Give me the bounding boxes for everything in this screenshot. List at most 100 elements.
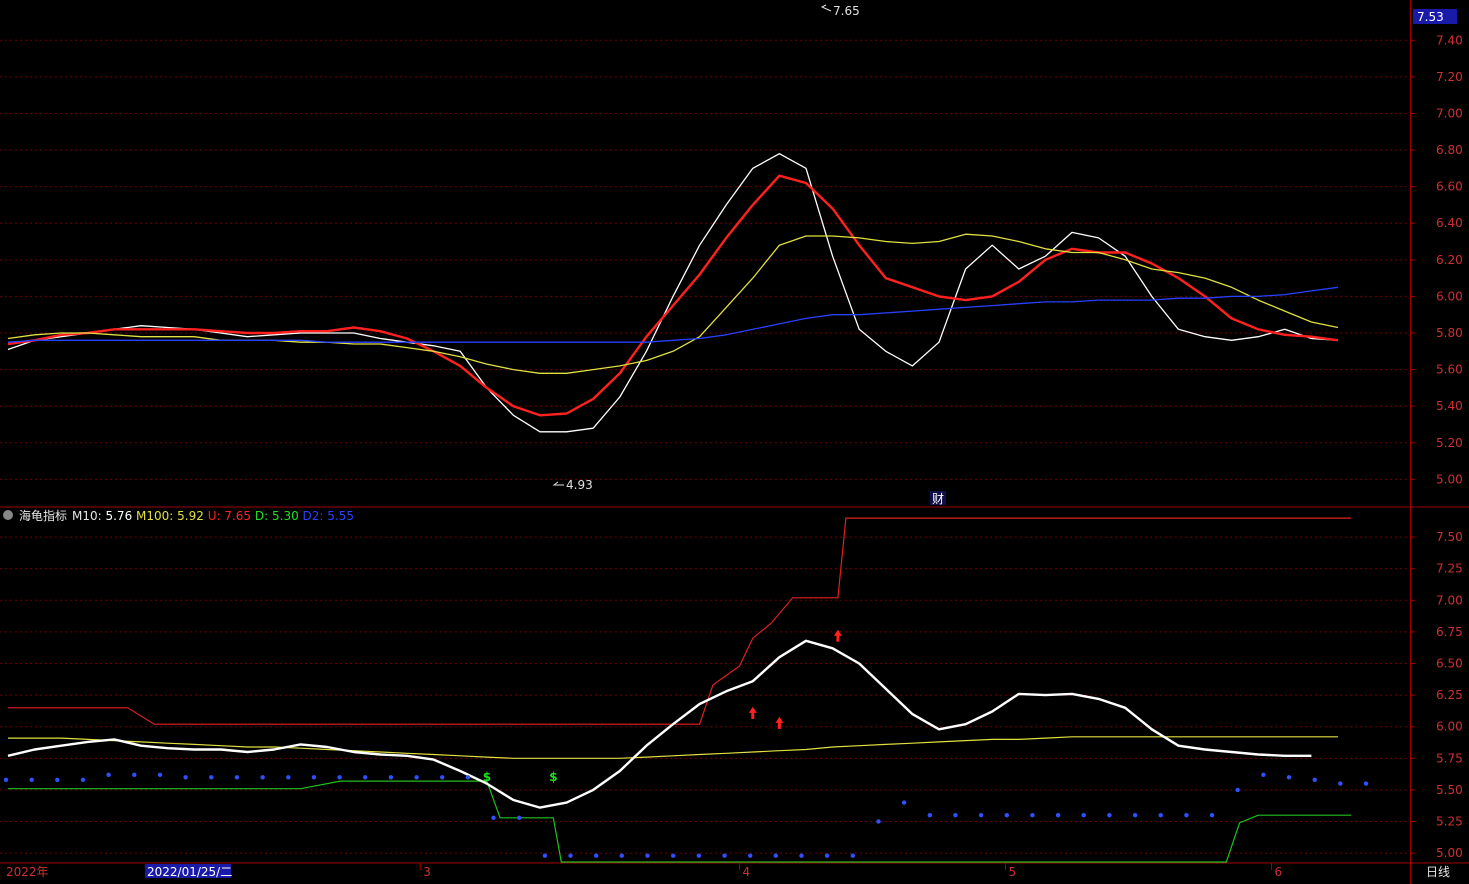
main-tick-label: 6.80 [1436,143,1463,157]
d2-dot [1081,813,1086,818]
indicator-tick-label: 5.25 [1436,815,1463,829]
d2-dot [234,775,240,780]
d2-dot [1338,781,1343,786]
d2-dot [696,853,701,858]
d2-dot [209,775,214,780]
d2-dot [748,853,753,858]
event-marker-label[interactable]: 财 [932,492,944,506]
legend-value: 7.65 [224,509,255,523]
legend-key: U: [208,509,225,523]
d2-dot [183,775,188,780]
indicator-tick-label: 6.75 [1436,625,1463,639]
main-tick-label: 7.20 [1436,70,1463,84]
indicator-tick-label: 6.25 [1436,688,1463,702]
d2-dot [1030,813,1035,818]
d2-dot [29,777,34,782]
d2-dot [337,775,342,780]
indicator-tick-label: 5.75 [1436,751,1463,765]
d2-dot [671,853,676,858]
d2-dot [568,853,573,858]
d2-dot [465,775,471,780]
buy-signal-icon: $ [483,770,491,784]
legend-key: M100: [136,509,177,523]
main-tick-label: 6.20 [1436,253,1463,267]
d2-dot [55,777,60,782]
month-label: 6 [1275,865,1283,879]
d2-dot [1363,781,1369,786]
indicator-toggle-icon[interactable] [3,510,13,520]
high-price-label: 7.65 [833,4,860,18]
legend-value: 5.76 [105,509,136,523]
d2-dot [978,813,984,818]
d2-dot [311,775,317,780]
d2-dot [106,772,111,777]
indicator-tick-label: 7.25 [1436,562,1463,576]
d2-dot [1184,813,1189,818]
d2-dot [722,853,727,858]
legend-key: D2: [303,509,328,523]
legend-value: 5.55 [327,509,354,523]
d2-dot [517,815,522,820]
d2-dot [927,813,932,818]
month-label: 4 [743,865,751,879]
d2-dot [80,777,86,782]
main-tick-label: 6.40 [1436,216,1463,230]
d2-dot [491,815,496,820]
main-tick-label: 5.00 [1436,472,1463,486]
d2-dot [824,853,830,858]
d2-dot [953,813,958,818]
d2-dot [850,853,855,858]
d2-dot [1312,777,1317,782]
period-label[interactable]: 日线 [1426,865,1450,879]
main-tick-label: 7.40 [1436,33,1463,47]
d2-dot [1286,775,1292,780]
indicator-tick-label: 6.00 [1436,720,1463,734]
indicator-tick-label: 5.00 [1436,846,1463,860]
time-axis-bar: 2022年 2022/01/25/二 3 4 5 6 日线 [0,863,1450,884]
d2-dot [645,853,650,858]
d2-dot [1132,813,1138,818]
main-tick-label: 5.60 [1436,363,1463,377]
indicator-tick-label: 5.50 [1436,783,1463,797]
d2-dot [799,853,804,858]
legend-key: M10: [72,509,105,523]
d2-dot [1158,813,1163,818]
legend-key: D: [255,509,272,523]
main-tick-label: 7.00 [1436,106,1463,120]
d2-dot [1235,787,1240,793]
d2-dot [3,777,9,782]
d2-dot [440,775,445,780]
d2-dot [901,800,907,805]
main-tick-label: 6.60 [1436,180,1463,194]
main-tick-label: 5.40 [1436,399,1463,413]
indicator-tick-label: 7.00 [1436,593,1463,607]
d2-dot [157,772,163,777]
year-label: 2022年 [6,865,49,879]
d2-dot [132,772,137,777]
indicator-tick-label: 7.50 [1436,530,1463,544]
d2-dot [594,853,599,858]
current-price-label: 7.53 [1417,10,1444,24]
indicator-name: 海龟指标 [19,508,67,523]
buy-signal-icon: $ [549,770,557,784]
d2-dot [1055,813,1061,818]
stock-chart: 7.65 4.93 财 $ $ 5.00 5.20 5.40 5.60 5.80 6.00 6.2… [0,0,1469,884]
d2-dot [773,853,778,858]
month-label: 5 [1009,865,1017,879]
legend-value: 5.30 [272,509,303,523]
date-cursor-label: 2022/01/25/二 [147,865,232,879]
month-label: 3 [423,865,431,879]
main-tick-label: 6.00 [1436,289,1463,303]
d2-dot [542,853,548,858]
indicator-legend: 海龟指标 M10: 5.76 M100: 5.92 U: 7.65 D: 5.3… [3,508,354,523]
legend-value: 5.92 [177,509,208,523]
indicator-values: M10: 5.76 M100: 5.92 U: 7.65 D: 5.30 D2:… [72,509,354,523]
chart-background [0,0,1469,884]
d2-dot [1004,813,1009,818]
d2-dot [876,819,881,824]
indicator-tick-label: 6.50 [1436,657,1463,671]
d2-dot [388,775,394,780]
d2-dot [286,775,291,780]
d2-dot [414,775,419,780]
low-price-label: 4.93 [566,478,593,492]
